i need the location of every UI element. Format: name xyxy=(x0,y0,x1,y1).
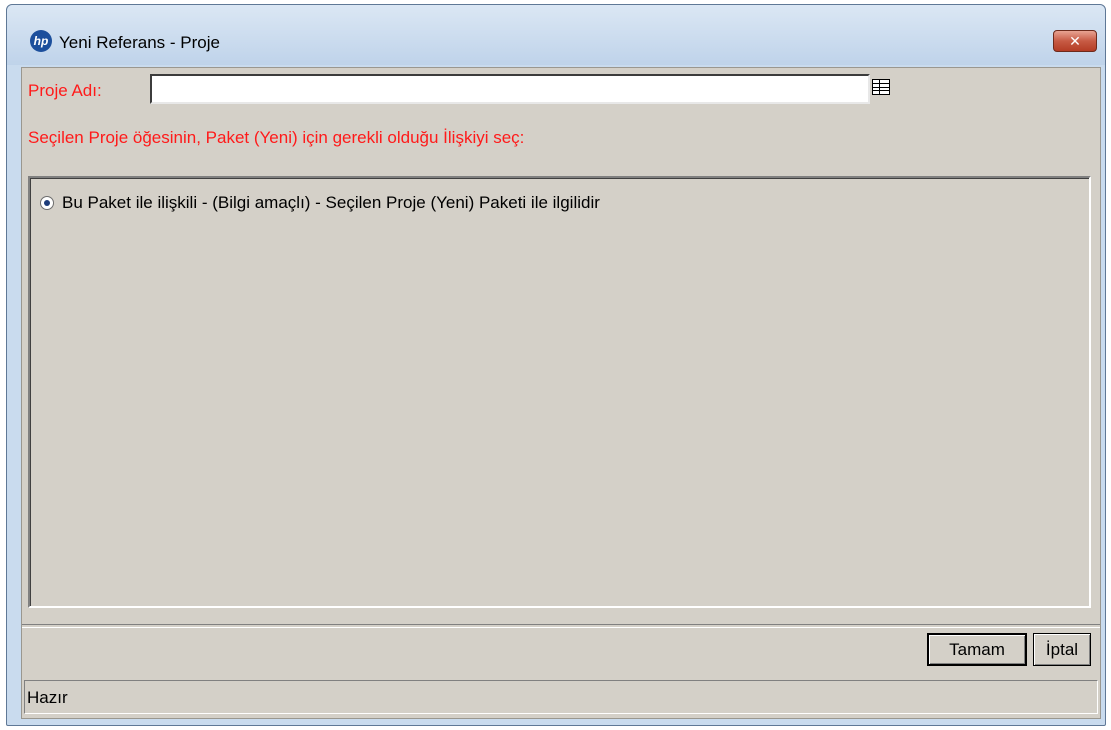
status-bar: Hazır xyxy=(24,680,1098,714)
relation-option[interactable]: Bu Paket ile ilişkili - (Bilgi amaçlı) -… xyxy=(40,193,600,213)
hp-logo-icon: hp xyxy=(30,30,52,52)
cancel-button[interactable]: İptal xyxy=(1033,633,1091,666)
relation-options-panel: Bu Paket ile ilişkili - (Bilgi amaçlı) -… xyxy=(28,176,1091,608)
dialog-window: hp Yeni Referans - Proje ✕ Proje Adı: Se… xyxy=(6,4,1106,726)
list-lookup-icon[interactable] xyxy=(872,79,890,95)
close-button[interactable]: ✕ xyxy=(1053,30,1097,52)
project-name-input[interactable] xyxy=(150,74,870,104)
project-name-label: Proje Adı: xyxy=(28,81,102,100)
ok-button[interactable]: Tamam xyxy=(927,633,1027,666)
title-bar[interactable]: hp Yeni Referans - Proje ✕ xyxy=(7,5,1105,65)
relation-option-label[interactable]: Bu Paket ile ilişkili - (Bilgi amaçlı) -… xyxy=(62,193,600,213)
dialog-body: Proje Adı: Seçilen Proje öğesinin, Paket… xyxy=(21,67,1101,719)
radio-button-selected[interactable] xyxy=(40,196,54,210)
relation-prompt: Seçilen Proje öğesinin, Paket (Yeni) içi… xyxy=(28,128,525,147)
footer-divider xyxy=(22,624,1100,628)
window-title: Yeni Referans - Proje xyxy=(59,33,220,52)
status-text: Hazır xyxy=(27,688,68,707)
